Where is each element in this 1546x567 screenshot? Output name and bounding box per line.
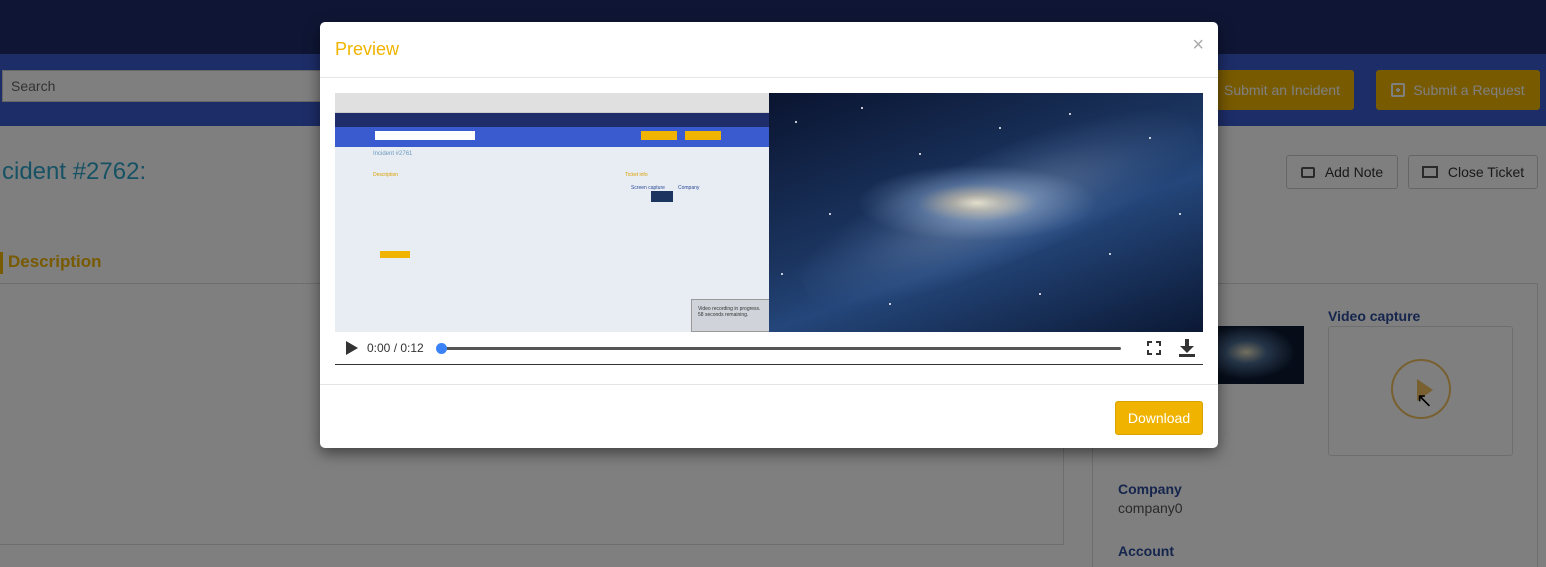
video-frame-search (375, 131, 475, 140)
modal-body: Incident #2761 Description Ticket info S… (335, 93, 1203, 365)
video-frame-navbar (335, 127, 769, 147)
video-progress-track[interactable] (436, 343, 1121, 354)
fullscreen-icon[interactable] (1147, 341, 1161, 355)
video-frame-galaxy (769, 93, 1203, 332)
download-button[interactable]: Download (1115, 401, 1203, 435)
video-frame-tab (380, 251, 410, 258)
preview-modal: Preview × Incident #2761 Description Tic… (320, 22, 1218, 448)
close-icon[interactable]: × (1192, 34, 1204, 57)
video-progress-knob[interactable] (436, 343, 447, 354)
video-frame-company: Company (678, 185, 700, 191)
video-frame-app-screen: Incident #2761 Description Ticket info S… (335, 93, 769, 332)
video-frame-thumbnail (651, 191, 673, 202)
modal-footer: Download (320, 384, 1218, 448)
video-frame-incident-title: Incident #2761 (373, 151, 413, 157)
video-frame-button (685, 131, 721, 140)
video-frame-button (641, 131, 677, 140)
video-frame-ticket-info: Ticket info (625, 172, 648, 178)
modal-title: Preview (335, 39, 400, 59)
video-frame-toast-text: Video recording in progress. 58 seconds … (698, 306, 761, 318)
video-frame-appbar (335, 113, 769, 127)
video-time: 0:00 / 0:12 (367, 341, 424, 355)
modal-header: Preview × (320, 22, 1218, 78)
play-icon[interactable] (346, 341, 358, 355)
video-frame-browser-chrome (335, 93, 769, 113)
video-frame-description: Description (373, 172, 399, 178)
download-icon[interactable] (1179, 339, 1195, 357)
video-player[interactable]: Incident #2761 Description Ticket info S… (335, 93, 1203, 332)
galaxy-band (783, 93, 1203, 332)
video-frame-toast: Video recording in progress. 58 seconds … (691, 299, 769, 332)
video-controls: 0:00 / 0:12 (335, 332, 1203, 365)
